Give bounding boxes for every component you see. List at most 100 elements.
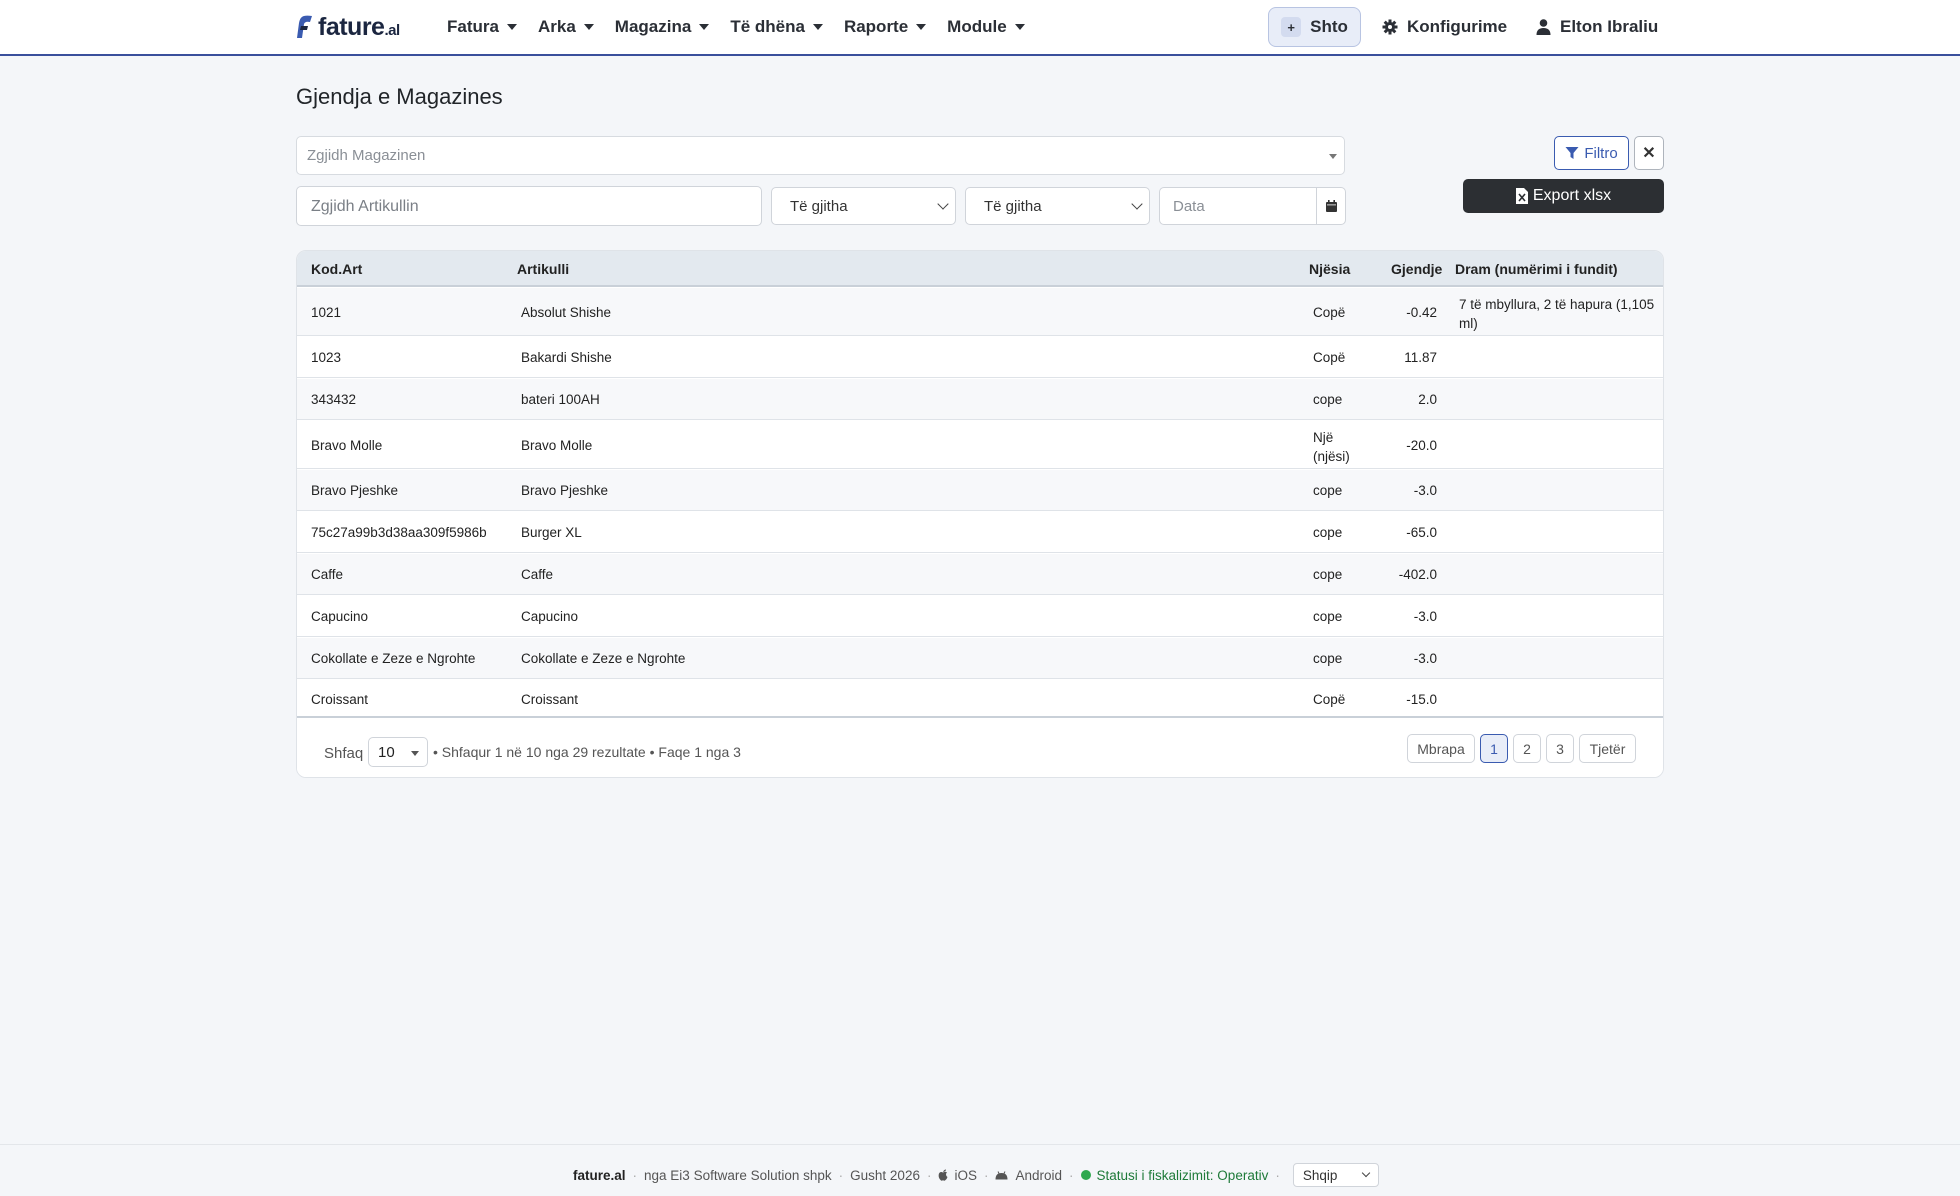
footer-brand[interactable]: fature.al — [573, 1168, 626, 1183]
footer: fature.al · nga Ei3 Software Solution sh… — [0, 1144, 1960, 1196]
close-icon: ✕ — [1642, 145, 1656, 162]
next-page-label: Tjetër — [1589, 740, 1626, 757]
filter-icon — [1565, 147, 1579, 159]
page-number: 1 — [1490, 740, 1498, 757]
android-link[interactable]: Android — [995, 1168, 1062, 1183]
date-input[interactable]: Data — [1159, 187, 1346, 225]
table-row[interactable]: 1021 Absolut Shishe Copë -0.42 7 të mbyl… — [297, 288, 1663, 336]
page-button-1[interactable]: 1 — [1480, 734, 1508, 763]
page-number: 2 — [1523, 740, 1531, 757]
brand-logo[interactable]: fature.al — [296, 12, 400, 42]
plus-icon: + — [1281, 17, 1302, 37]
table-row[interactable]: 343432 bateri 100AH cope 2.0 — [297, 379, 1663, 420]
nav-item-label: Raporte — [843, 17, 909, 36]
cell-unit: cope — [1313, 567, 1343, 582]
cell-article: bateri 100AH — [521, 392, 600, 407]
table-header: Kod.Art Artikulli Njësia Gjendje Dram (n… — [297, 251, 1663, 287]
table-row[interactable]: Bravo Pjeshke Bravo Pjeshke cope -3.0 — [297, 470, 1663, 511]
cell-stock: -0.42 — [1406, 305, 1437, 320]
cell-unit: cope — [1313, 651, 1343, 666]
column-header-dram[interactable]: Dram (numërimi i fundit) — [1455, 261, 1618, 277]
article-input[interactable]: Zgjidh Artikullin — [296, 186, 762, 226]
page-size-select[interactable]: 10 — [368, 737, 428, 767]
cell-code: Capucino — [311, 609, 369, 624]
nav-item-te-dhena[interactable]: Të dhëna — [730, 17, 823, 37]
table-row[interactable]: Croissant Croissant Copë -15.0 — [297, 680, 1663, 718]
page-button-2[interactable]: 2 — [1513, 734, 1541, 763]
column-header-article[interactable]: Artikulli — [517, 261, 569, 277]
cell-unit: Copë — [1313, 350, 1346, 365]
table-row[interactable]: 75c27a99b3d38aa309f5986b Burger XL cope … — [297, 512, 1663, 553]
export-xlsx-label: Export xlsx — [1532, 187, 1612, 204]
filter-select-1[interactable]: Të gjitha — [771, 187, 956, 225]
fiscal-status-text: Statusi i fiskalizimit: Operativ — [1096, 1167, 1269, 1183]
calendar-icon — [1325, 200, 1337, 212]
file-excel-icon — [1515, 188, 1528, 204]
language-select[interactable]: Shqip — [1292, 1163, 1379, 1187]
cell-stock: -15.0 — [1406, 692, 1437, 707]
caret-down-icon — [812, 24, 823, 30]
column-header-stock[interactable]: Gjendje — [1391, 261, 1442, 277]
table-row[interactable]: Bravo Molle Bravo Molle Një (njësi) -20.… — [297, 421, 1663, 469]
pagination-bar: Shfaq 10 • Shfaqur 1 në 10 nga 29 rezult… — [297, 718, 1663, 777]
nav-item-arka[interactable]: Arka — [538, 17, 594, 37]
separator: · — [838, 1167, 844, 1183]
user-name: Elton Ibraliu — [1560, 17, 1659, 36]
results-info: • Shfaqur 1 në 10 nga 29 rezultate • Faq… — [433, 744, 741, 760]
chevron-down-icon — [1131, 198, 1143, 210]
caret-down-icon — [916, 24, 927, 30]
user-menu[interactable]: Elton Ibraliu — [1536, 0, 1658, 54]
page-button-3[interactable]: 3 — [1546, 734, 1574, 763]
nav-item-magazina[interactable]: Magazina — [615, 17, 710, 37]
column-header-unit[interactable]: Njësia — [1309, 261, 1350, 277]
cell-stock: 2.0 — [1418, 392, 1437, 407]
cell-dram: 7 të mbyllura, 2 të hapura (1,105 ml) — [1459, 297, 1655, 331]
clear-filters-button[interactable]: ✕ — [1634, 136, 1664, 170]
export-xlsx-button[interactable]: Export xlsx — [1463, 179, 1664, 213]
logo-mark-icon — [297, 15, 312, 38]
footer-date: Gusht 2026 — [850, 1167, 920, 1183]
top-navbar: fature.al Fatura Arka Magazina Të dhëna … — [0, 0, 1960, 56]
nav-item-raporte[interactable]: Raporte — [843, 17, 927, 37]
cell-unit: cope — [1313, 609, 1343, 624]
page-number: 3 — [1556, 740, 1564, 757]
table-row[interactable]: Capucino Capucino cope -3.0 — [297, 596, 1663, 637]
config-link[interactable]: Konfigurime — [1382, 0, 1507, 54]
status-dot-icon — [1080, 1170, 1091, 1180]
cell-code: 1023 — [311, 350, 342, 365]
chevron-down-icon — [1361, 1168, 1371, 1178]
warehouse-select[interactable]: Zgjidh Magazinen — [296, 136, 1345, 175]
filter-button[interactable]: Filtro — [1554, 136, 1629, 170]
nav-item-label: Të dhëna — [730, 17, 805, 36]
nav-item-label: Module — [947, 17, 1007, 36]
android-label: Android — [1015, 1167, 1063, 1183]
language-value: Shqip — [1302, 1168, 1338, 1183]
cell-unit: cope — [1313, 392, 1343, 407]
ios-label: iOS — [954, 1167, 977, 1183]
add-button[interactable]: + Shto — [1268, 7, 1361, 47]
filter-select-2[interactable]: Të gjitha — [965, 187, 1150, 225]
cell-stock: -3.0 — [1413, 651, 1437, 666]
page-title: Gjendja e Magazines — [296, 84, 503, 109]
user-icon — [1536, 19, 1551, 35]
apple-icon — [939, 1169, 948, 1181]
cell-article: Absolut Shishe — [521, 305, 612, 320]
cell-unit: cope — [1313, 525, 1343, 540]
prev-page-button[interactable]: Mbrapa — [1407, 734, 1475, 763]
nav-item-module[interactable]: Module — [947, 17, 1025, 37]
cell-code: 75c27a99b3d38aa309f5986b — [311, 525, 487, 540]
table-row[interactable]: 1023 Bakardi Shishe Copë 11.87 — [297, 337, 1663, 378]
nav-item-fatura[interactable]: Fatura — [447, 17, 517, 37]
ios-link[interactable]: iOS — [938, 1168, 977, 1183]
column-header-code[interactable]: Kod.Art — [311, 261, 362, 277]
article-input-placeholder: Zgjidh Artikullin — [311, 198, 419, 215]
android-icon — [995, 1170, 1008, 1179]
next-page-button[interactable]: Tjetër — [1579, 734, 1636, 763]
cell-code: Caffe — [311, 567, 344, 582]
table-row[interactable]: Caffe Caffe cope -402.0 — [297, 554, 1663, 595]
calendar-button[interactable] — [1316, 188, 1345, 224]
caret-down-icon — [1014, 24, 1025, 30]
table-row[interactable]: Cokollate e Zeze e Ngrohte Cokollate e Z… — [297, 638, 1663, 679]
cell-code: Bravo Pjeshke — [311, 483, 399, 498]
brand-name: fature — [318, 12, 385, 41]
